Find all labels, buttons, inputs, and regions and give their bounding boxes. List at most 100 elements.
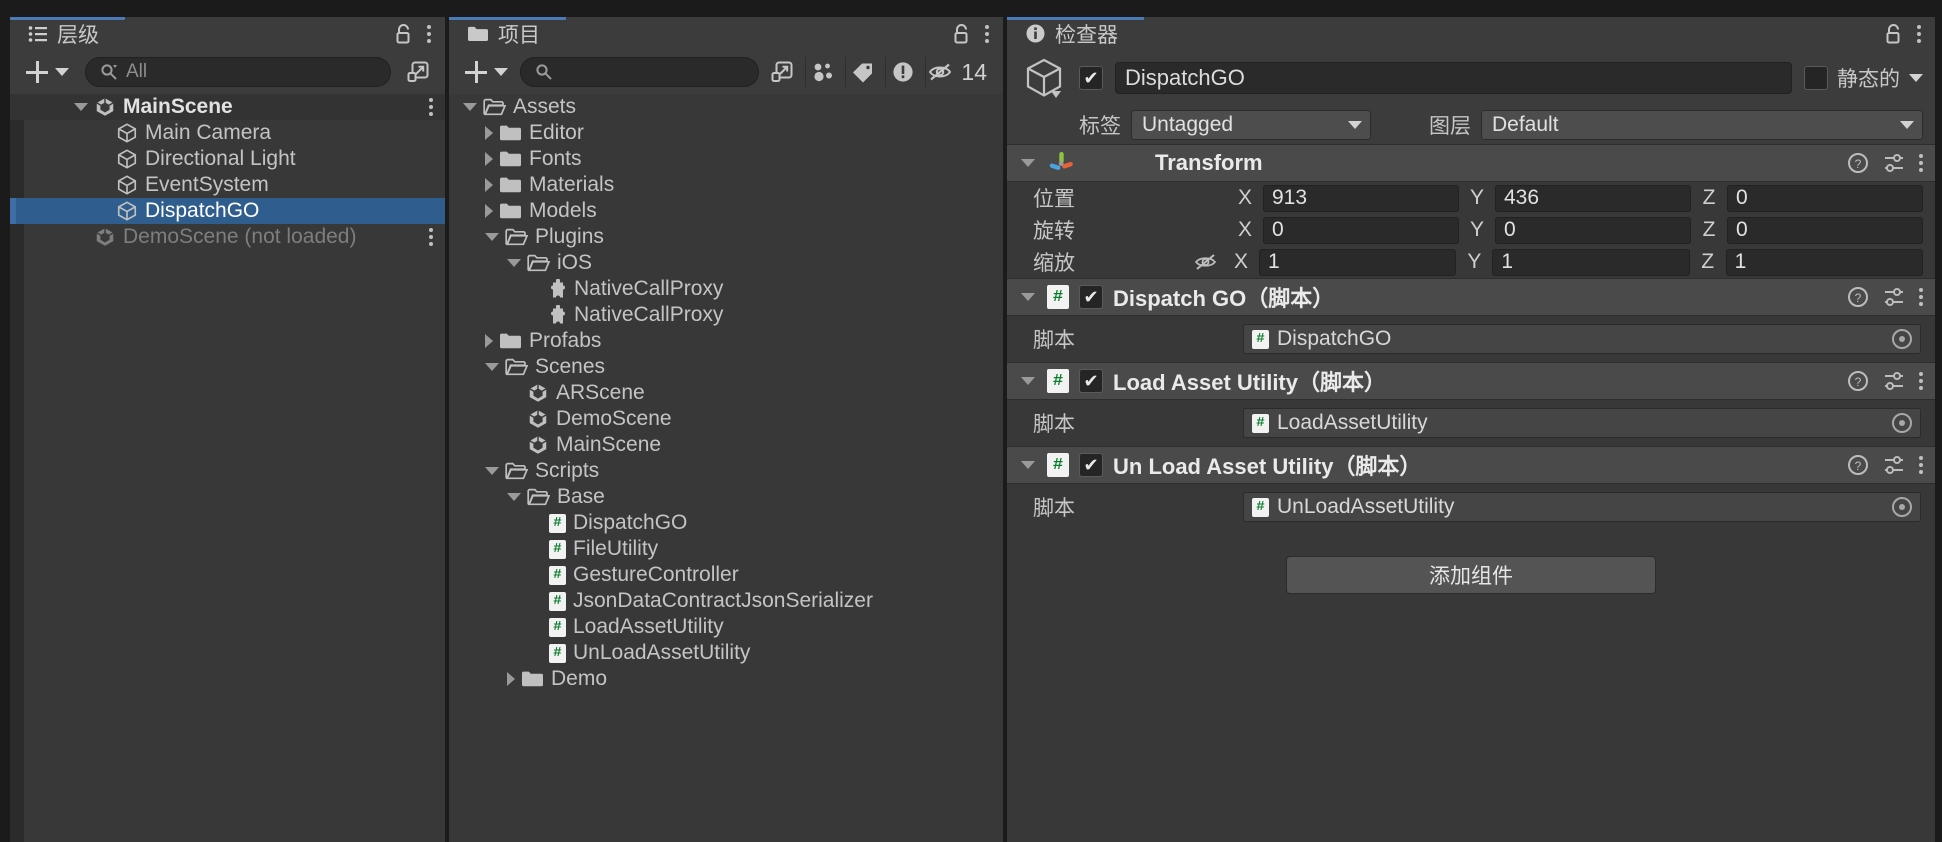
prefab-filter-icon[interactable] bbox=[805, 57, 839, 87]
tree-row[interactable]: Demo bbox=[449, 666, 1003, 692]
component-header[interactable]: # ✔ Dispatch GO（脚本）? bbox=[1007, 278, 1935, 316]
tree-row[interactable]: Base bbox=[449, 484, 1003, 510]
tree-row[interactable]: Models bbox=[449, 198, 1003, 224]
kebab-menu-icon[interactable] bbox=[1919, 456, 1923, 474]
tree-row[interactable]: Editor bbox=[449, 120, 1003, 146]
kebab-menu-icon[interactable] bbox=[1919, 288, 1923, 306]
kebab-menu-icon[interactable] bbox=[1917, 24, 1921, 43]
hierarchy-add-button[interactable] bbox=[20, 57, 75, 87]
component-header[interactable]: # ✔ Un Load Asset Utility（脚本）? bbox=[1007, 446, 1935, 484]
chevron-down-icon[interactable] bbox=[507, 493, 521, 501]
preset-sliders-icon[interactable] bbox=[1883, 286, 1905, 308]
help-circle-icon[interactable]: ? bbox=[1847, 454, 1869, 476]
tree-row[interactable]: MainScene bbox=[449, 432, 1003, 458]
tree-row[interactable]: MainScene bbox=[10, 94, 445, 120]
transform-field-x[interactable]: 913 bbox=[1263, 184, 1459, 212]
tab-hierarchy[interactable]: 层级 bbox=[10, 17, 125, 50]
tab-inspector[interactable]: 检查器 bbox=[1007, 17, 1144, 50]
lock-open-icon[interactable] bbox=[953, 23, 971, 45]
component-enabled-checkbox[interactable]: ✔ bbox=[1079, 285, 1103, 309]
component-header[interactable]: # ✔ Load Asset Utility（脚本）? bbox=[1007, 362, 1935, 400]
help-circle-icon[interactable]: ? bbox=[1847, 286, 1869, 308]
kebab-menu-icon[interactable] bbox=[1919, 372, 1923, 390]
chevron-down-icon[interactable] bbox=[485, 233, 499, 241]
chevron-down-icon[interactable] bbox=[1021, 159, 1035, 167]
tree-row[interactable]: iOS bbox=[449, 250, 1003, 276]
tab-project[interactable]: 项目 bbox=[449, 17, 566, 50]
tree-row[interactable]: Plugins bbox=[449, 224, 1003, 250]
open-external-icon[interactable] bbox=[401, 57, 435, 87]
tree-row[interactable]: # FileUtility bbox=[449, 536, 1003, 562]
transform-field-z[interactable]: 1 bbox=[1725, 248, 1923, 276]
tree-row[interactable]: Scenes bbox=[449, 354, 1003, 380]
object-picker-icon[interactable] bbox=[1892, 413, 1912, 433]
transform-field-z[interactable]: 0 bbox=[1727, 216, 1923, 244]
chevron-right-icon[interactable] bbox=[485, 204, 493, 218]
tree-row[interactable]: EventSystem bbox=[10, 172, 445, 198]
tree-row[interactable]: Directional Light bbox=[10, 146, 445, 172]
lock-open-icon[interactable] bbox=[1885, 23, 1903, 45]
transform-field-y[interactable]: 1 bbox=[1492, 248, 1690, 276]
tree-row[interactable]: Profabs bbox=[449, 328, 1003, 354]
tree-row[interactable]: Main Camera bbox=[10, 120, 445, 146]
transform-field-y[interactable]: 0 bbox=[1495, 216, 1691, 244]
tree-row[interactable]: Fonts bbox=[449, 146, 1003, 172]
chevron-right-icon[interactable] bbox=[485, 126, 493, 140]
chevron-down-icon[interactable] bbox=[1021, 461, 1035, 469]
label-filter-icon[interactable] bbox=[845, 57, 879, 87]
preset-sliders-icon[interactable] bbox=[1883, 370, 1905, 392]
tree-row[interactable]: # LoadAssetUtility bbox=[449, 614, 1003, 640]
tree-row-selected[interactable]: DispatchGO bbox=[10, 198, 445, 224]
tree-row[interactable]: NativeCallProxy bbox=[449, 302, 1003, 328]
tree-row[interactable]: # UnLoadAssetUtility bbox=[449, 640, 1003, 666]
preset-sliders-icon[interactable] bbox=[1883, 152, 1905, 174]
script-object-field[interactable]: # LoadAssetUtility bbox=[1243, 408, 1921, 438]
chevron-down-icon[interactable] bbox=[1021, 377, 1035, 385]
chevron-down-icon[interactable] bbox=[485, 363, 499, 371]
eye-slash-icon[interactable] bbox=[925, 57, 955, 87]
tree-row[interactable]: Assets bbox=[449, 94, 1003, 120]
chevron-down-icon[interactable] bbox=[485, 467, 499, 475]
help-circle-icon[interactable]: ? bbox=[1847, 370, 1869, 392]
transform-component-header[interactable]: Transform ? bbox=[1007, 144, 1935, 182]
component-enabled-checkbox[interactable]: ✔ bbox=[1079, 369, 1103, 393]
project-search-input[interactable] bbox=[520, 57, 760, 87]
script-object-field[interactable]: # DispatchGO bbox=[1243, 324, 1921, 354]
transform-field-z[interactable]: 0 bbox=[1727, 184, 1923, 212]
tree-row[interactable]: Materials bbox=[449, 172, 1003, 198]
preset-sliders-icon[interactable] bbox=[1883, 454, 1905, 476]
tree-row[interactable]: # JsonDataContractJsonSerializer bbox=[449, 588, 1003, 614]
tree-row[interactable]: NativeCallProxy bbox=[449, 276, 1003, 302]
warning-filter-icon[interactable] bbox=[885, 57, 919, 87]
lock-open-icon[interactable] bbox=[395, 23, 413, 45]
kebab-menu-icon[interactable] bbox=[429, 228, 433, 246]
chevron-right-icon[interactable] bbox=[485, 334, 493, 348]
tag-dropdown[interactable]: Untagged bbox=[1131, 110, 1371, 140]
tree-row[interactable]: DemoScene (not loaded) bbox=[10, 224, 445, 250]
tree-row[interactable]: Scripts bbox=[449, 458, 1003, 484]
chevron-right-icon[interactable] bbox=[485, 152, 493, 166]
tree-row[interactable]: DemoScene bbox=[449, 406, 1003, 432]
layer-dropdown[interactable]: Default bbox=[1481, 110, 1923, 140]
kebab-menu-icon[interactable] bbox=[985, 24, 989, 43]
chevron-down-icon[interactable] bbox=[463, 103, 477, 111]
add-component-button[interactable]: 添加组件 bbox=[1286, 556, 1656, 594]
tree-row[interactable]: # DispatchGO bbox=[449, 510, 1003, 536]
kebab-menu-icon[interactable] bbox=[427, 24, 431, 43]
object-picker-icon[interactable] bbox=[1892, 497, 1912, 517]
transform-field-x[interactable]: 1 bbox=[1259, 248, 1457, 276]
chevron-right-icon[interactable] bbox=[485, 178, 493, 192]
object-picker-icon[interactable] bbox=[1892, 329, 1912, 349]
chevron-right-icon[interactable] bbox=[507, 672, 515, 686]
tree-row[interactable]: ARScene bbox=[449, 380, 1003, 406]
static-checkbox[interactable]: ✔ bbox=[1804, 66, 1828, 90]
component-enabled-checkbox[interactable]: ✔ bbox=[1079, 453, 1103, 477]
object-enabled-checkbox[interactable]: ✔ bbox=[1079, 66, 1103, 90]
open-external-icon[interactable] bbox=[765, 57, 799, 87]
chevron-down-icon[interactable] bbox=[1021, 293, 1035, 301]
kebab-menu-icon[interactable] bbox=[429, 98, 433, 116]
transform-field-x[interactable]: 0 bbox=[1263, 216, 1459, 244]
link-broken-icon[interactable] bbox=[1193, 252, 1219, 272]
chevron-down-icon[interactable] bbox=[1909, 74, 1923, 82]
chevron-down-icon[interactable] bbox=[74, 103, 88, 111]
